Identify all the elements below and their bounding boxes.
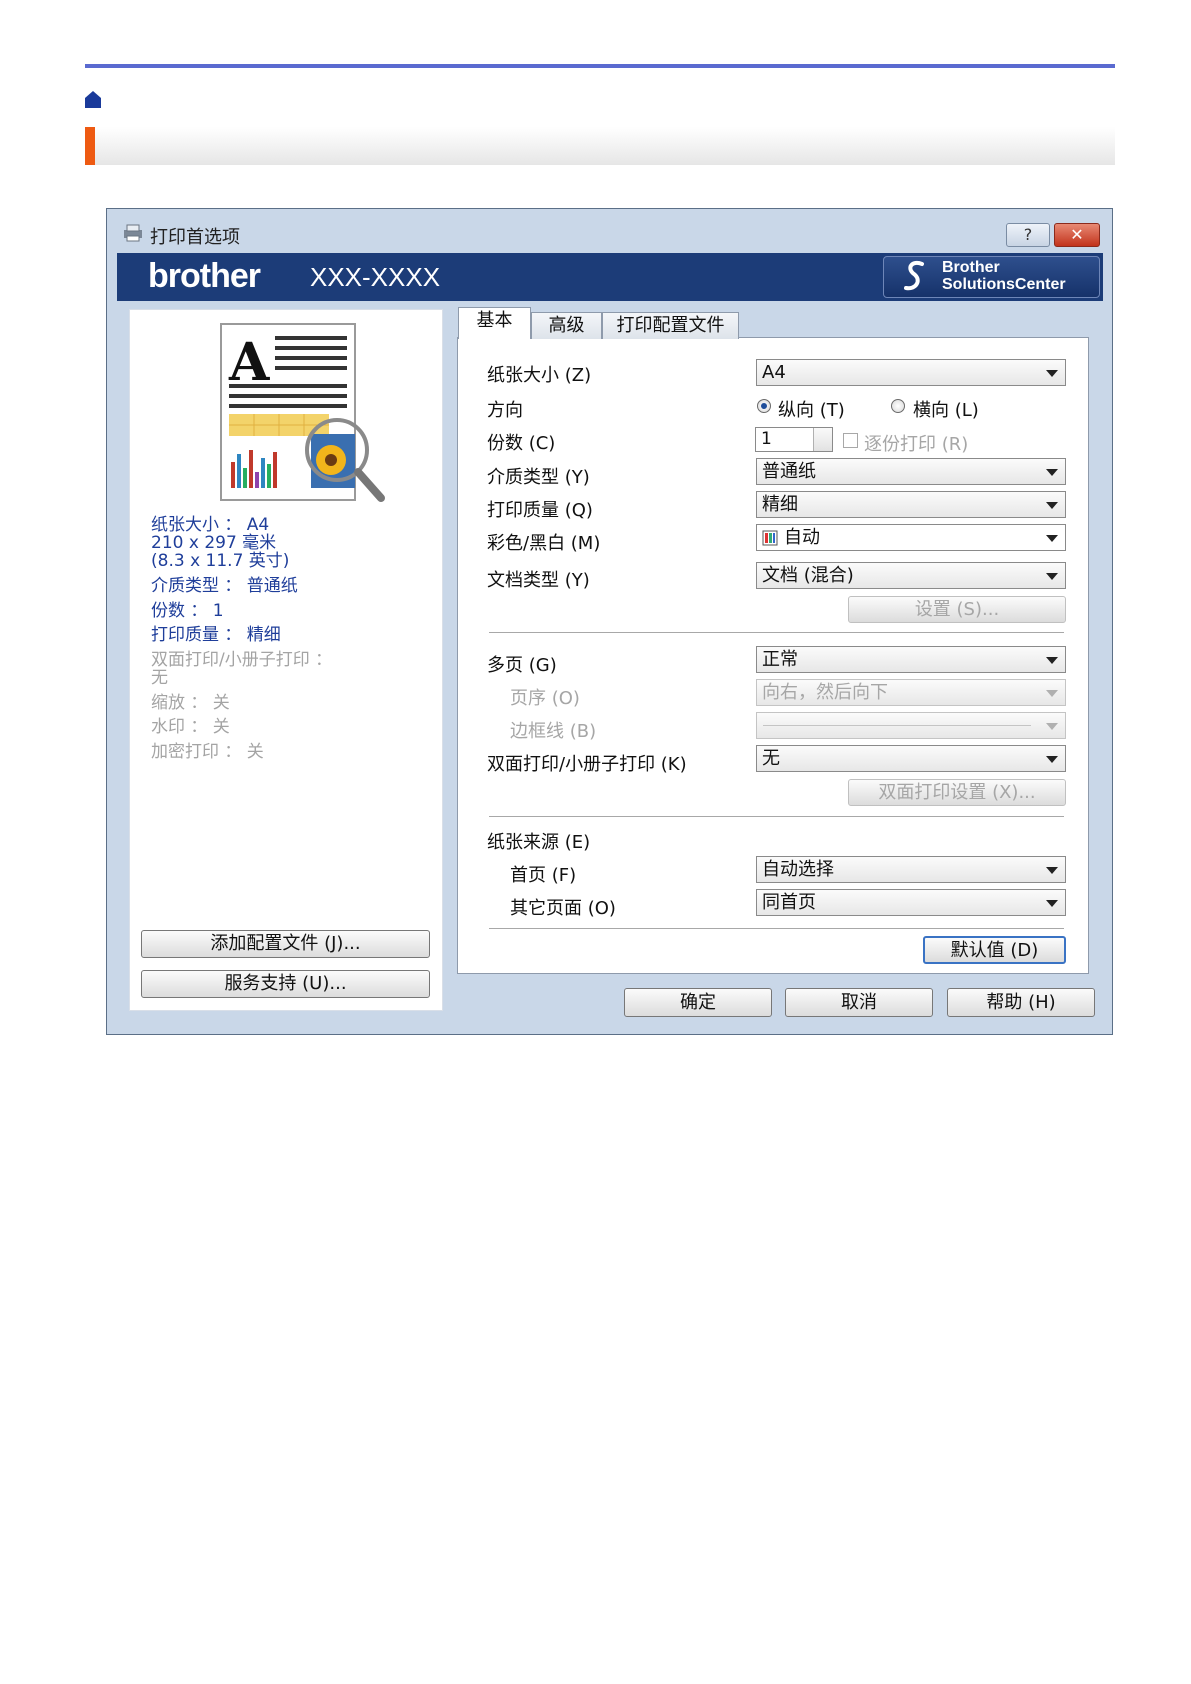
restore-defaults-button[interactable]: 默认值 (D) [923, 936, 1066, 964]
collate-label: 逐份打印 (R) [864, 434, 969, 455]
solutions-center-line2: SolutionsCenter [942, 276, 1066, 293]
chevron-down-icon [1046, 900, 1058, 907]
help-button[interactable]: ? [1006, 223, 1050, 247]
chevron-down-icon [1046, 469, 1058, 476]
summary-copies: 份数 ： 1 [151, 601, 224, 621]
tab-print-profiles[interactable]: 打印配置文件 [602, 312, 739, 339]
page-order-label: 页序 (O) [510, 688, 580, 709]
dialog-title: 打印首选项 [150, 227, 240, 248]
paper-size-label: 纸张大小 (Z) [487, 365, 592, 386]
close-button[interactable]: ✕ [1054, 223, 1100, 247]
chevron-down-icon [1046, 502, 1058, 509]
first-page-value: 自动选择 [762, 859, 834, 880]
color-mode-dropdown[interactable]: 自动 [756, 524, 1066, 551]
printer-icon [124, 224, 142, 242]
chevron-down-icon [1046, 867, 1058, 874]
print-quality-dropdown[interactable]: 精细 [756, 491, 1066, 518]
separator [489, 816, 1064, 817]
chevron-down-icon [1046, 690, 1058, 697]
tab-basic[interactable]: 基本 [458, 307, 531, 339]
solutions-center-icon [904, 261, 924, 291]
section-accent [85, 127, 95, 165]
separator [489, 632, 1064, 633]
summary-duplex: 双面打印/小册子打印 ： [151, 650, 333, 670]
first-page-label: 首页 (F) [510, 865, 577, 886]
border-line-label: 边框线 (B) [510, 721, 597, 742]
duplex-label: 双面打印/小册子打印 (K) [487, 754, 687, 775]
spin-arrows-icon[interactable] [813, 428, 832, 451]
media-type-value: 普通纸 [762, 461, 816, 482]
landscape-label: 横向 (L) [913, 400, 979, 421]
collate-checkbox[interactable] [843, 433, 858, 448]
paper-size-value: A4 [762, 362, 786, 383]
summary-watermark: 水印 ： 关 [151, 717, 230, 737]
media-type-label: 介质类型 (Y) [487, 467, 590, 488]
solutions-center-line1: Brother [942, 259, 1000, 276]
tab-advanced[interactable]: 高级 [531, 312, 602, 339]
chevron-down-icon [1046, 723, 1058, 730]
svg-text:A: A [228, 332, 270, 393]
portrait-radio[interactable] [757, 399, 771, 413]
add-profile-button[interactable]: 添加配置文件 (J)... [141, 930, 430, 958]
cancel-button[interactable]: 取消 [785, 988, 933, 1017]
top-rule [85, 64, 1115, 68]
help-footer-button[interactable]: 帮助 (H) [947, 988, 1095, 1017]
other-pages-value: 同首页 [762, 892, 816, 913]
duplex-settings-button[interactable]: 双面打印设置 (X)... [848, 779, 1066, 806]
media-type-dropdown[interactable]: 普通纸 [756, 458, 1066, 485]
other-pages-dropdown[interactable]: 同首页 [756, 889, 1066, 916]
landscape-radio[interactable] [891, 399, 905, 413]
copies-spinbox[interactable]: 1 [755, 427, 833, 452]
support-button[interactable]: 服务支持 (U)... [141, 970, 430, 998]
brother-logo: brother [148, 257, 261, 295]
border-line-dropdown[interactable] [756, 712, 1066, 739]
section-title-bar [85, 127, 1115, 165]
color-mode-label: 彩色/黑白 (M) [487, 533, 601, 554]
portrait-label: 纵向 (T) [778, 400, 845, 421]
paper-size-dropdown[interactable]: A4 [756, 359, 1066, 386]
page-order-value: 向右，然后向下 [762, 682, 888, 703]
summary-scaling: 缩放 ： 关 [151, 693, 230, 713]
duplex-dropdown[interactable]: 无 [756, 745, 1066, 772]
chevron-down-icon [1046, 756, 1058, 763]
multi-page-value: 正常 [762, 649, 798, 670]
chevron-down-icon [1046, 535, 1058, 542]
print-quality-value: 精细 [762, 494, 798, 515]
ok-button[interactable]: 确定 [624, 988, 772, 1017]
chevron-down-icon [1046, 573, 1058, 580]
summary-dims-in: (8.3 x 11.7 英寸) [151, 551, 290, 571]
border-line-sample [763, 725, 1031, 726]
separator [489, 928, 1064, 929]
orientation-label: 方向 [487, 400, 523, 421]
model-name: XXX-XXXX [310, 262, 441, 292]
paper-source-label: 纸张来源 (E) [487, 832, 591, 853]
doc-type-dropdown[interactable]: 文档 (混合) [756, 562, 1066, 589]
color-mode-icon [762, 530, 778, 546]
home-icon[interactable] [85, 90, 101, 108]
multi-page-label: 多页 (G) [487, 655, 557, 676]
first-page-dropdown[interactable]: 自动选择 [756, 856, 1066, 883]
other-pages-label: 其它页面 (O) [510, 898, 616, 919]
doc-type-value: 文档 (混合) [762, 565, 854, 586]
copies-value: 1 [761, 429, 772, 449]
chevron-down-icon [1046, 657, 1058, 664]
doc-type-settings-button[interactable]: 设置 (S)... [848, 596, 1066, 623]
page-order-dropdown[interactable]: 向右，然后向下 [756, 679, 1066, 706]
multi-page-dropdown[interactable]: 正常 [756, 646, 1066, 673]
duplex-value: 无 [762, 748, 780, 769]
summary-media-type: 介质类型 ： 普通纸 [151, 576, 298, 596]
chevron-down-icon [1046, 370, 1058, 377]
doc-type-label: 文档类型 (Y) [487, 570, 590, 591]
copies-label: 份数 (C) [487, 433, 556, 454]
summary-duplex-value: 无 [151, 668, 168, 688]
print-quality-label: 打印质量 (Q) [487, 500, 593, 521]
summary-secure-print: 加密打印 ： 关 [151, 742, 264, 762]
summary-quality: 打印质量 ： 精细 [151, 625, 281, 645]
page-preview-icon: A [220, 323, 385, 502]
